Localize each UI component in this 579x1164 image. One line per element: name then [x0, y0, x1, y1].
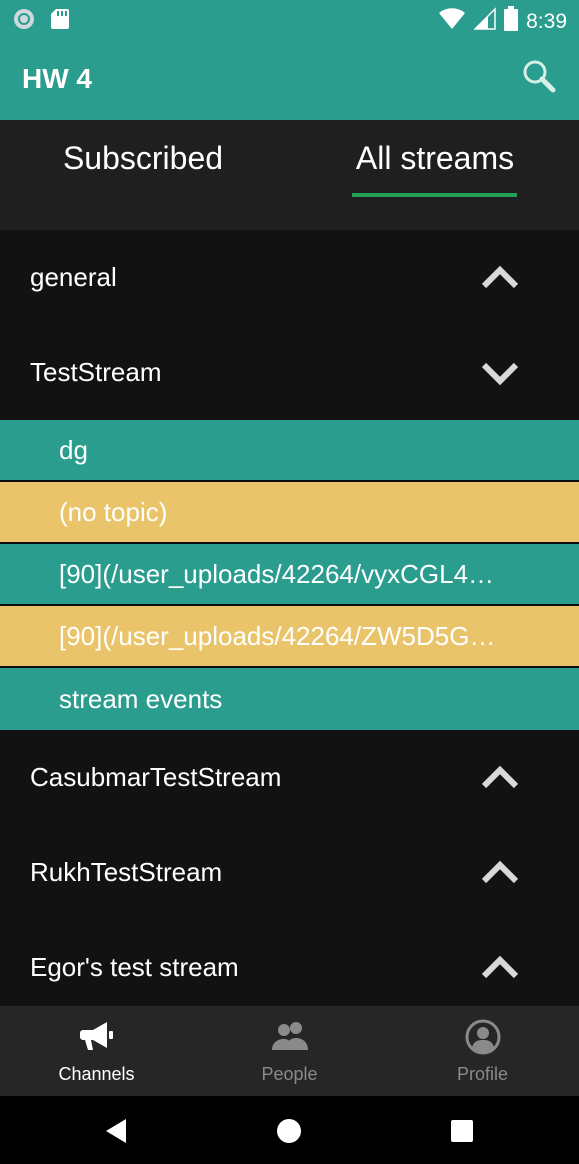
chevron-up-icon[interactable]	[480, 853, 520, 893]
chevron-up-icon[interactable]	[480, 258, 520, 298]
battery-icon	[504, 6, 519, 37]
stream-name: TestStream	[30, 357, 162, 387]
chevron-up-icon[interactable]	[480, 948, 520, 988]
nav-label: People	[261, 1064, 318, 1084]
system-nav-bar	[0, 1096, 579, 1164]
nav-label: Profile	[456, 1064, 509, 1084]
home-icon[interactable]	[274, 1116, 304, 1146]
topic-row-upload-1[interactable]: [90](/user_uploads/42264/vyxCGL4…	[0, 544, 579, 606]
topic-label: stream events	[59, 683, 223, 714]
cell-signal-icon	[473, 7, 496, 36]
stream-tabs: Subscribed All streams	[0, 120, 579, 230]
nav-profile[interactable]: Profile	[386, 1006, 579, 1096]
recents-icon[interactable]	[447, 1116, 477, 1146]
app-title: HW 4	[22, 63, 92, 94]
screen: 8:39 HW 4 Subscribed All streams general	[0, 0, 579, 1164]
stream-row-casubmar[interactable]: CasubmarTestStream	[0, 730, 579, 825]
topic-label: [90](/user_uploads/42264/vyxCGL4…	[59, 558, 495, 589]
tab-indicator	[352, 193, 517, 197]
people-icon	[270, 1018, 310, 1056]
topic-label: (no topic)	[59, 496, 168, 527]
nav-label: Channels	[58, 1064, 135, 1084]
stream-list[interactable]: general TestStream dg (no topic) [90](/u…	[0, 230, 579, 1006]
tab-all-streams[interactable]: All streams	[346, 140, 524, 200]
stream-row-general[interactable]: general	[0, 230, 579, 325]
stream-row-egor[interactable]: Egor's test stream	[0, 920, 579, 1006]
app-bar: HW 4	[0, 38, 579, 120]
topic-label: [90](/user_uploads/42264/ZW5D5G…	[59, 620, 496, 651]
wifi-icon	[438, 7, 466, 36]
search-button[interactable]	[519, 58, 559, 98]
topic-label: dg	[59, 434, 88, 465]
status-time: 8:39	[526, 9, 567, 33]
chevron-down-icon[interactable]	[480, 353, 520, 393]
sd-card-icon	[50, 7, 70, 36]
account-circle-icon	[463, 1018, 503, 1056]
stream-name: CasubmarTestStream	[30, 762, 282, 792]
sync-icon	[12, 7, 36, 36]
nav-channels[interactable]: Channels	[0, 1006, 193, 1096]
stream-row-rukh[interactable]: RukhTestStream	[0, 825, 579, 920]
stream-row-teststream[interactable]: TestStream	[0, 325, 579, 420]
stream-name: Egor's test stream	[30, 952, 239, 982]
search-icon	[521, 58, 557, 99]
topic-row-upload-2[interactable]: [90](/user_uploads/42264/ZW5D5G…	[0, 606, 579, 668]
bottom-nav: Channels People Profile	[0, 1006, 579, 1096]
topic-row-stream-events[interactable]: stream events	[0, 668, 579, 730]
back-icon[interactable]	[102, 1116, 132, 1146]
topic-row-no-topic[interactable]: (no topic)	[0, 482, 579, 544]
megaphone-icon	[77, 1018, 117, 1056]
stream-name: RukhTestStream	[30, 857, 223, 887]
nav-people[interactable]: People	[193, 1006, 386, 1096]
tab-subscribed[interactable]: Subscribed	[40, 140, 246, 200]
status-bar: 8:39	[0, 0, 579, 38]
topic-row-dg[interactable]: dg	[0, 420, 579, 482]
chevron-up-icon[interactable]	[480, 758, 520, 798]
stream-name: general	[30, 262, 117, 292]
